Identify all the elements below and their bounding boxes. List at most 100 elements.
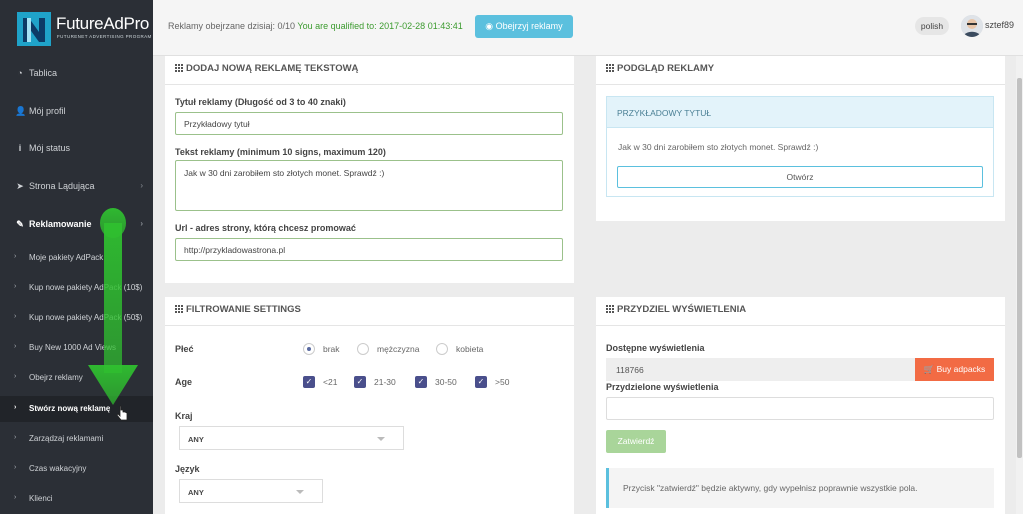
ad-title-input[interactable]: Przykładowy tytuł: [175, 112, 563, 135]
gender-option-label: kobieta: [456, 344, 484, 354]
gender-radio-none[interactable]: [303, 343, 315, 355]
age-option-label: >50: [495, 377, 510, 387]
panel-title-text: PRZYDZIEL WYŚWIETLENIA: [617, 304, 747, 315]
ad-url-label: Url - adres strony, którą chcesz promowa…: [175, 223, 356, 233]
watch-ads-label: Obejrzyj reklamy: [495, 21, 563, 31]
grid-icon: [606, 64, 614, 72]
ad-title-label: Tytuł reklamy (Długość od 3 to 40 znaki): [175, 97, 346, 107]
language-select[interactable]: ANY: [179, 479, 323, 503]
sidebar-subitem-label: Klienci: [29, 494, 53, 503]
age-checkbox-over-50[interactable]: ✓: [475, 376, 487, 388]
ad-preview-panel: PODGLĄD REKLAMY PRZYKŁADOWY TYTUŁ Jak w …: [596, 56, 1005, 221]
buy-adpacks-label: Buy adpacks: [936, 364, 986, 374]
assigned-views-label: Przydzielone wyświetlenia: [606, 382, 719, 392]
age-checkbox-under-21[interactable]: ✓: [303, 376, 315, 388]
scrollbar-thumb[interactable]: [1017, 78, 1022, 458]
gender-radio-male[interactable]: [357, 343, 369, 355]
age-option-label: 21-30: [374, 377, 396, 387]
chevron-right-icon: ›: [140, 181, 143, 190]
sidebar-item-label: Mój status: [29, 143, 71, 153]
panel-title-text: FILTROWANIE SETTINGS: [186, 304, 301, 315]
logo-icon: [17, 12, 51, 46]
chevron-down-icon: [377, 437, 385, 441]
filter-settings-panel: FILTROWANIE SETTINGS Płeć brak mężczyzna…: [165, 297, 574, 514]
dashboard-icon: ◔: [17, 68, 23, 78]
language-selector[interactable]: polish: [915, 17, 949, 35]
brand-tagline: FUTURENET ADVERTISING PROGRAM: [57, 34, 152, 39]
panel-title: PODGLĄD REKLAMY: [606, 63, 714, 74]
gender-option-label: brak: [323, 344, 340, 354]
magic-wand-icon: ✎: [16, 219, 24, 229]
sidebar-subitem-vacation[interactable]: › Czas wakacyjny: [0, 464, 153, 476]
sidebar-subitem-label: Czas wakacyjny: [29, 464, 87, 473]
age-label: Age: [175, 377, 193, 387]
gender-radio-female[interactable]: [436, 343, 448, 355]
language-label: Język: [175, 464, 200, 474]
gender-option-label: mężczyzna: [377, 344, 420, 354]
avatar[interactable]: [961, 15, 983, 37]
sidebar-subitem-clients[interactable]: › Klienci: [0, 494, 153, 506]
user-icon: 👤: [15, 106, 27, 116]
brand-name: FutureAdPro: [56, 14, 150, 33]
country-select[interactable]: ANY: [179, 426, 404, 450]
sidebar-item-label: Tablica: [29, 68, 58, 78]
sidebar-item-landing-page[interactable]: ➤ Strona Lądująca ›: [0, 181, 153, 195]
sidebar-subitem-manage-ads[interactable]: › Zarządzaj reklamami: [0, 434, 153, 446]
chevron-right-icon: ›: [14, 253, 17, 260]
divider: [165, 84, 574, 85]
available-views-label: Dostępne wyświetlenia: [606, 343, 705, 353]
country-select-value: ANY: [188, 435, 204, 444]
sidebar-item-profile[interactable]: 👤 Mój profil: [0, 106, 153, 120]
age-option-label: 30-50: [435, 377, 457, 387]
ad-url-input[interactable]: http://przykladowastrona.pl: [175, 238, 563, 261]
assigned-views-input[interactable]: [606, 397, 994, 420]
ad-text-label: Tekst reklamy (minimum 10 signs, maximum…: [175, 147, 386, 157]
sidebar: FutureAdPro FUTURENET ADVERTISING PROGRA…: [0, 0, 153, 514]
chevron-right-icon: ›: [14, 373, 17, 380]
chevron-down-icon: [296, 490, 304, 494]
top-bar: Reklamy obejrzane dzisiaj: 0/10 You are …: [153, 0, 1023, 56]
panel-title: FILTROWANIE SETTINGS: [175, 304, 301, 315]
ad-preview-box: PRZYKŁADOWY TYTUŁ Jak w 30 dni zarobiłem…: [606, 96, 994, 197]
sidebar-item-label: Strona Lądująca: [29, 181, 95, 191]
panel-title: PRZYDZIEL WYŚWIETLENIA: [606, 304, 746, 315]
sidebar-item-status[interactable]: i Mój status: [0, 143, 153, 157]
chevron-right-icon: ›: [14, 313, 17, 320]
paper-plane-icon: ➤: [16, 181, 24, 191]
chevron-right-icon: ›: [14, 404, 17, 411]
buy-adpacks-button[interactable]: 🛒 Buy adpacks: [915, 358, 994, 381]
ad-text-textarea[interactable]: Jak w 30 dni zarobiłem sto złotych monet…: [175, 160, 563, 211]
open-ad-button[interactable]: Otwórz: [617, 166, 983, 188]
user-avatar-icon: [961, 15, 983, 37]
age-option-label: <21: [323, 377, 338, 387]
gender-label: Płeć: [175, 344, 194, 354]
brand-logo[interactable]: FutureAdPro FUTURENET ADVERTISING PROGRA…: [0, 0, 153, 56]
daily-ads-status: Reklamy obejrzane dzisiaj: 0/10 You are …: [168, 21, 463, 31]
country-label: Kraj: [175, 411, 193, 421]
age-checkbox-21-30[interactable]: ✓: [354, 376, 366, 388]
cursor-icon: [117, 405, 128, 421]
chevron-right-icon: ›: [14, 434, 17, 441]
info-callout: Przycisk "zatwierdź" będzie aktywny, gdy…: [606, 468, 994, 508]
annotation-arrow-icon: [88, 208, 138, 405]
confirm-button[interactable]: Zatwierdź: [606, 430, 666, 453]
language-select-value: ANY: [188, 488, 204, 497]
status-prefix: Reklamy obejrzane dzisiaj: 0/10: [168, 21, 296, 31]
watch-ads-button[interactable]: ◉ Obejrzyj reklamy: [475, 15, 573, 38]
grid-icon: [175, 64, 183, 72]
chevron-right-icon: ›: [14, 343, 17, 350]
username[interactable]: sztef89: [985, 20, 1014, 30]
eye-icon: ◉: [485, 21, 494, 31]
divider: [596, 84, 1005, 85]
ad-preview-text: Jak w 30 dni zarobiłem sto złotych monet…: [618, 142, 819, 152]
sidebar-item-label: Mój profil: [29, 106, 66, 116]
divider: [596, 325, 1005, 326]
panel-title-text: PODGLĄD REKLAMY: [617, 63, 715, 74]
available-views-field: 118766: [606, 358, 915, 381]
qualified-until: You are qualified to: 2017-02-28 01:43:4…: [297, 21, 463, 31]
age-checkbox-30-50[interactable]: ✓: [415, 376, 427, 388]
sidebar-item-dashboard[interactable]: ◔ Tablica: [0, 68, 153, 82]
grid-icon: [606, 305, 614, 313]
chevron-right-icon: ›: [14, 464, 17, 471]
cart-icon: 🛒: [923, 364, 935, 374]
